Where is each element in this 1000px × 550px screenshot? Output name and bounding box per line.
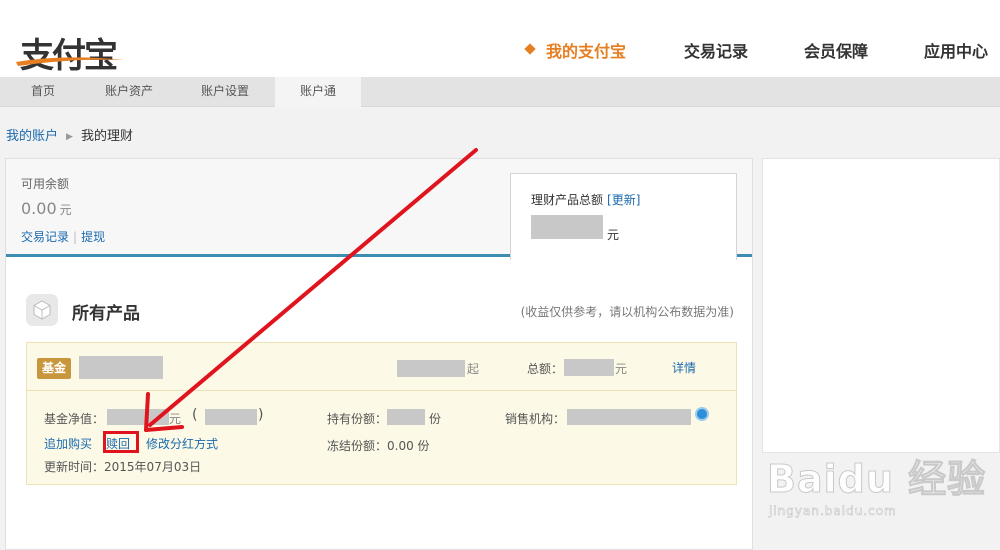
baidu-watermark-logo: Baidu 经验	[766, 457, 987, 502]
redacted-min-amount	[397, 360, 465, 377]
right-side-panel	[762, 158, 1000, 453]
balance-amount: 0.00	[21, 199, 57, 218]
wealth-total-box: 理财产品总额 [更新] 元	[510, 173, 737, 260]
subnav-home[interactable]: 首页	[0, 77, 86, 107]
products-title: 所有产品	[72, 304, 140, 324]
redacted-fund-nav-date	[205, 409, 257, 425]
sub-nav: 首页 账户资产 账户设置 账户通	[0, 77, 1000, 107]
breadcrumb-separator-icon: ▶	[66, 132, 73, 142]
products-cube-icon	[26, 294, 58, 326]
refresh-link[interactable]: [更新]	[607, 193, 640, 207]
holding-unit: 份	[429, 412, 442, 426]
wealth-total-unit: 元	[607, 228, 620, 242]
link-separator: |	[73, 230, 78, 244]
baidu-watermark: Baidu 经验 jingyan.baidu.com	[766, 448, 997, 540]
sales-agent-label: 销售机构：	[505, 412, 566, 426]
active-nav-marker-icon	[524, 43, 536, 55]
logo-swoosh-icon	[16, 57, 124, 66]
breadcrumb: 我的账户 ▶ 我的理财	[6, 125, 133, 144]
sales-agent-logo-icon	[695, 407, 709, 421]
fund-total-label: 总额：	[527, 362, 564, 376]
fund-nav-paren-open: (	[192, 407, 198, 423]
redacted-fund-nav	[107, 409, 169, 425]
redacted-total-amount	[531, 215, 603, 239]
balance-unit: 元	[59, 203, 72, 217]
redacted-fund-total	[564, 359, 614, 376]
products-note: (收益仅供参考，请以机构公布数据为准)	[520, 305, 734, 319]
nav-app-center[interactable]: 应用中心	[924, 38, 988, 62]
fund-header: 基金 起 总额： 元 详情	[27, 343, 736, 391]
fund-total-unit: 元	[615, 362, 628, 376]
balance-value: 0.00 元	[21, 199, 72, 218]
redeem-highlight-box	[103, 431, 139, 453]
holding-label: 持有份额：	[327, 412, 388, 426]
change-dividend-link[interactable]: 修改分红方式	[146, 435, 218, 452]
wealth-total-text: 理财产品总额	[531, 193, 604, 207]
transaction-record-link[interactable]: 交易记录	[21, 230, 69, 244]
baidu-watermark-url: jingyan.baidu.com	[769, 504, 897, 519]
breadcrumb-current: 我的理财	[80, 129, 133, 144]
nav-member-protection[interactable]: 会员保障	[804, 38, 868, 62]
fund-nav-label: 基金净值：	[44, 412, 105, 426]
nav-my-alipay[interactable]: 我的支付宝	[546, 38, 626, 62]
redacted-sales-agent	[567, 409, 691, 425]
fund-detail-link[interactable]: 详情	[672, 359, 696, 376]
add-purchase-link[interactable]: 追加购买	[44, 435, 92, 452]
main-panel: 可用余额 0.00 元 交易记录 | 提现 理财产品总额 [更新] 元 所有产品 (收益…	[5, 158, 753, 550]
nav-transactions[interactable]: 交易记录	[684, 38, 748, 62]
subnav-settings[interactable]: 账户设置	[182, 77, 268, 107]
redacted-holding-value	[387, 409, 425, 425]
header: 支付宝 我的支付宝 交易记录 会员保障 应用中心	[0, 0, 1000, 77]
fund-nav-paren-close: )	[258, 407, 264, 423]
logo-text: 支付宝	[20, 36, 118, 76]
fund-card: 基金 起 总额： 元 详情 基金净值： 元 ( ) 持有份额： 份 销售机构： …	[26, 342, 737, 485]
frozen-label: 冻结份额：	[327, 439, 388, 453]
redacted-fund-name	[79, 356, 163, 379]
fund-update-time: 更新时间：2015年07月03日	[44, 458, 201, 475]
breadcrumb-my-account[interactable]: 我的账户	[6, 129, 58, 144]
fund-tag: 基金	[37, 358, 71, 379]
fund-nav-unit: 元	[169, 412, 182, 426]
alipay-logo[interactable]: 支付宝	[8, 16, 124, 76]
withdraw-link[interactable]: 提现	[81, 230, 105, 244]
update-time-label: 更新时间：	[44, 460, 105, 474]
subnav-account-link[interactable]: 账户通	[275, 77, 361, 107]
update-time-value: 2015年07月03日	[104, 460, 202, 474]
wealth-total-label: 理财产品总额 [更新]	[531, 191, 640, 208]
balance-links: 交易记录 | 提现	[21, 228, 105, 245]
subnav-assets[interactable]: 账户资产	[86, 77, 172, 107]
balance-label: 可用余额	[21, 177, 70, 191]
frozen-value: 0.00 份	[387, 439, 430, 453]
fund-min-suffix: 起	[467, 362, 480, 376]
